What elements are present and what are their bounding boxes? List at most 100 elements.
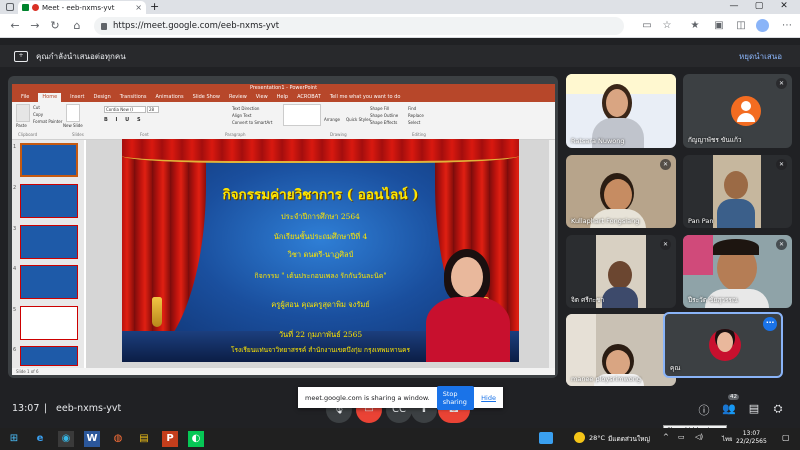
quick-styles-button[interactable]: Quick Styles [346,117,371,122]
word-icon[interactable]: W [84,431,100,447]
favorite-star-icon[interactable]: ☆ [660,19,674,33]
taskbar-clock[interactable]: 13:07 22/2/2565 [736,430,767,446]
slide-thumbnail[interactable] [20,306,78,340]
shape-outline-button[interactable]: Shape Outline [370,113,398,118]
find-button[interactable]: Find [408,106,416,111]
chat-icon[interactable]: ▤ [746,402,762,415]
home-icon[interactable]: ⌂ [70,19,84,33]
current-slide[interactable]: กิจกรรมค่ายวิชาการ ( ออนไลน์ ) ประจำปีกา… [122,139,519,362]
slide-thumbnail[interactable] [20,346,78,366]
window-minimize-button[interactable]: — [722,0,746,13]
thumb-number: 4 [13,266,17,272]
text-direction-button[interactable]: Text Direction [232,106,259,111]
participant-tile[interactable]: ✕ ปีระวัต ชัยสุวรรณ [683,235,792,308]
ppt-menu-item[interactable]: Insert [70,93,84,102]
powerpoint-icon[interactable]: P [162,431,178,447]
ppt-menu-item[interactable]: Slide Show [193,93,220,102]
paste-icon[interactable] [16,104,30,122]
ppt-menu-item[interactable]: Home [38,93,62,102]
people-icon[interactable]: 👥 [721,402,737,415]
firefox-icon[interactable]: ◍ [110,431,126,447]
tile-options-icon[interactable]: ⋯ [763,317,777,331]
font-name-select[interactable]: Cordia New (I [104,106,146,113]
ppt-menu-item[interactable]: Help [277,93,288,102]
tab-title: Meet - eeb-nxms-yvt [42,3,115,12]
font-size-select[interactable]: 28 [147,106,159,113]
presenting-text: คุณกำลังนำเสนอต่อทุกคน [36,51,126,61]
participant-tile[interactable]: manee ploysrimwong [566,314,676,386]
window-maximize-button[interactable]: ▢ [747,0,771,13]
smartart-button[interactable]: Convert to SmartArt [232,120,272,125]
network-icon[interactable]: ▭ [678,433,685,441]
forward-arrow-icon[interactable]: → [28,19,42,33]
participant-tile[interactable]: ✕ กัญญาพัชร ขันแก้ว [683,74,792,148]
font-style-buttons[interactable]: B I U S [104,117,144,123]
window-close-button[interactable]: ✕ [772,0,796,13]
new-slide-label: New Slide [63,123,83,128]
stop-presenting-button[interactable]: หยุดนำเสนอ [739,50,782,63]
participant-tile[interactable]: ✕ Kullaphart Fongsiang [566,155,676,228]
address-bar[interactable]: https://meet.google.com/eeb-nxms-yvt [94,17,624,35]
back-arrow-icon[interactable]: ← [8,19,22,33]
meeting-info-icon[interactable]: ⓘ [696,402,712,418]
windows-start-icon[interactable]: ⊞ [6,431,22,447]
select-button[interactable]: Select [408,120,420,125]
shapes-gallery[interactable] [283,104,321,126]
camera-in-use-icon[interactable]: ▭ [640,19,654,33]
file-explorer-icon[interactable]: ▤ [136,431,152,447]
new-tab-button[interactable]: + [150,1,159,13]
slide-thumbnail[interactable] [20,184,78,218]
weather-temp[interactable]: 28°C [589,434,605,442]
format-painter-button[interactable]: Format Painter [33,119,62,124]
browser-tab-meet[interactable]: Meet - eeb-nxms-yvt × [18,1,146,14]
stop-sharing-button[interactable]: Stop sharing [436,385,475,410]
extensions-icon[interactable]: ◫ [734,19,748,33]
input-language[interactable]: ไทย [722,434,733,444]
shape-fill-button[interactable]: Shape Fill [370,106,389,111]
ppt-menu-item[interactable]: File [21,93,29,102]
refresh-icon[interactable]: ↻ [48,19,62,33]
participant-tile[interactable]: ✕ จิต ศรีกะชา [566,235,676,308]
edge-icon[interactable]: ◉ [58,431,74,447]
browser-menu-icon[interactable]: ⋯ [780,19,794,33]
new-slide-icon[interactable] [66,104,80,122]
participant-face [604,179,632,211]
participant-tile[interactable]: ✕ Pan Pan [683,155,792,228]
meet-tray-icon[interactable] [539,432,553,444]
ie-icon[interactable]: e [32,431,48,447]
slide-thumbnail[interactable] [20,143,78,177]
slide-scrollbar[interactable] [549,140,555,368]
arrange-button[interactable]: Arrange [324,117,340,122]
tray-chevron-icon[interactable]: ^ [663,433,669,441]
ppt-menu-item[interactable]: Animations [156,93,184,102]
ppt-menu-item[interactable]: View [256,93,268,102]
ppt-menu-item[interactable]: Transitions [120,93,147,102]
tab-close-icon[interactable]: × [135,3,142,12]
hide-notification-button[interactable]: Hide [481,394,496,402]
volume-icon[interactable]: ◁) [695,433,703,441]
ppt-menu-item[interactable]: ACROBAT [297,93,321,102]
slide-thumbnail[interactable] [20,225,78,259]
favorites-icon[interactable]: ★ [688,19,702,33]
self-view-tile[interactable]: ⋯ คุณ [663,312,783,378]
collections-icon[interactable]: ▣ [712,19,726,33]
ribbon-group-paragraph: Paragraph [225,132,246,137]
participant-name: manee ploysrimwong [571,375,641,383]
align-text-button[interactable]: Align Text [232,113,251,118]
shape-effects-button[interactable]: Shape Effects [370,120,397,125]
thumb-number: 2 [13,185,17,191]
line-app-icon[interactable]: ◐ [188,431,204,447]
participant-tile[interactable]: Ratsara Nuwong [566,74,676,148]
ppt-menu-item[interactable]: Review [229,93,247,102]
presenting-banner: + คุณกำลังนำเสนอต่อทุกคน หยุดนำเสนอ [0,45,800,67]
ppt-menu-item[interactable]: Tell me what you want to do [330,93,401,102]
tab-actions-icon[interactable] [4,1,15,12]
profile-avatar-icon[interactable] [756,19,769,32]
ppt-menu-item[interactable]: Design [93,93,110,102]
cut-button[interactable]: Cut [33,105,40,110]
notifications-icon[interactable]: ▢ [782,433,790,442]
replace-button[interactable]: Replace [408,113,424,118]
slide-thumbnail[interactable] [20,265,78,299]
copy-button[interactable]: Copy [33,112,43,117]
activities-icon[interactable]: ⛭ [770,402,786,416]
